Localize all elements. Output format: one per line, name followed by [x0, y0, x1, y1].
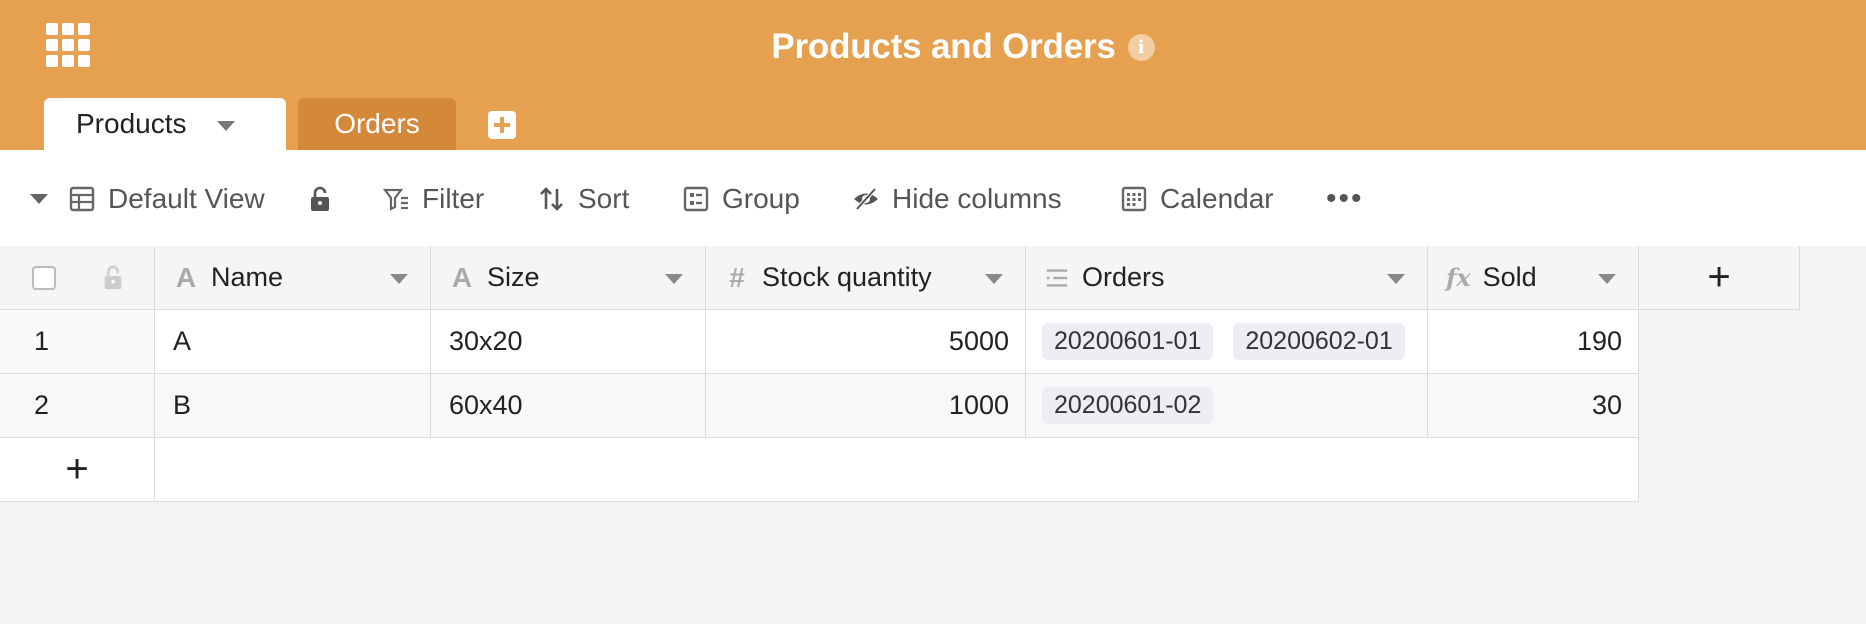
text-type-icon: A — [451, 261, 473, 293]
column-title: Stock quantity — [762, 262, 932, 292]
link-type-icon — [1046, 268, 1068, 287]
cell-name[interactable]: A — [155, 310, 431, 374]
cell-stock-quantity[interactable]: 5000 — [706, 310, 1026, 374]
add-table-button[interactable] — [488, 111, 516, 139]
group-button[interactable]: Group — [682, 180, 800, 218]
cell-orders[interactable]: 20200601-01 20200602-01 — [1026, 310, 1428, 374]
number-type-icon: # — [729, 261, 745, 293]
linked-record-chip[interactable]: 20200602-01 — [1233, 323, 1405, 360]
column-header-name[interactable]: A Name — [155, 246, 431, 310]
tab-label: Orders — [334, 108, 420, 139]
chevron-down-icon[interactable] — [390, 274, 408, 284]
cell-name[interactable]: B — [155, 374, 431, 438]
info-icon[interactable]: i — [1127, 33, 1155, 61]
chevron-down-icon[interactable] — [1598, 274, 1616, 284]
select-all-checkbox[interactable] — [32, 265, 56, 290]
eye-slash-icon — [854, 187, 878, 211]
cell-sold[interactable]: 30 — [1428, 374, 1639, 438]
tab-label: Products — [76, 108, 187, 139]
calendar-icon — [1121, 186, 1147, 212]
title-area: Products and Orders i — [0, 22, 1866, 72]
table-icon — [69, 186, 95, 212]
lock-view-button[interactable] — [306, 180, 346, 218]
chevron-down-icon[interactable] — [1387, 274, 1405, 284]
formula-type-icon: fx — [1446, 263, 1471, 292]
chevron-down-icon[interactable] — [985, 274, 1003, 284]
add-row-button[interactable]: + — [0, 438, 155, 502]
app-header: Products and Orders i Products Orders — [0, 0, 1866, 150]
view-selector-button[interactable]: Default View — [68, 180, 265, 218]
view-toolbar: Default View Filter Sort Group Hide colu… — [0, 150, 1866, 246]
column-title: Name — [211, 262, 284, 292]
column-title: Size — [487, 262, 540, 292]
hide-columns-label: Hide columns — [892, 183, 1062, 214]
chevron-down-icon[interactable] — [30, 194, 48, 204]
chevron-down-icon[interactable] — [665, 274, 683, 284]
cell-size[interactable]: 30x20 — [431, 310, 706, 374]
hide-columns-button[interactable]: Hide columns — [852, 180, 1062, 218]
filter-button[interactable]: Filter — [382, 180, 484, 218]
more-options-icon[interactable]: ••• — [1326, 184, 1364, 214]
column-header-size[interactable]: A Size — [431, 246, 706, 310]
calendar-label: Calendar — [1160, 183, 1274, 214]
calendar-button[interactable]: Calendar — [1120, 180, 1274, 218]
sort-label: Sort — [578, 183, 630, 214]
unlock-icon[interactable] — [100, 265, 126, 291]
cell-size[interactable]: 60x40 — [431, 374, 706, 438]
add-row-area[interactable] — [155, 438, 1639, 502]
base-title: Products and Orders — [771, 27, 1116, 66]
cell-sold[interactable]: 190 — [1428, 310, 1639, 374]
text-type-icon: A — [175, 261, 197, 293]
group-icon — [683, 186, 709, 212]
row-index[interactable]: 1 — [0, 310, 155, 374]
group-label: Group — [722, 183, 800, 214]
filter-label: Filter — [422, 183, 485, 214]
sort-button[interactable]: Sort — [538, 180, 629, 218]
cell-orders[interactable]: 20200601-02 — [1026, 374, 1428, 438]
filter-icon — [382, 188, 408, 211]
cell-stock-quantity[interactable]: 1000 — [706, 374, 1026, 438]
column-header-orders[interactable]: Orders — [1026, 246, 1428, 310]
column-title: Orders — [1082, 262, 1165, 292]
column-header-sold[interactable]: fx Sold — [1428, 246, 1639, 310]
add-column-button[interactable]: + — [1639, 246, 1800, 310]
column-header-stock-quantity[interactable]: # Stock quantity — [706, 246, 1026, 310]
tab-products[interactable]: Products — [44, 98, 286, 150]
tab-orders[interactable]: Orders — [298, 98, 456, 150]
select-all-header — [0, 246, 155, 310]
linked-record-chip[interactable]: 20200601-02 — [1042, 387, 1214, 424]
column-title: Sold — [1482, 262, 1537, 292]
view-label: Default View — [108, 183, 265, 214]
chevron-down-icon[interactable] — [216, 121, 235, 131]
lock-icon — [311, 186, 329, 211]
sort-icon — [540, 187, 563, 211]
linked-record-chip[interactable]: 20200601-01 — [1042, 323, 1214, 360]
row-index[interactable]: 2 — [0, 374, 155, 438]
